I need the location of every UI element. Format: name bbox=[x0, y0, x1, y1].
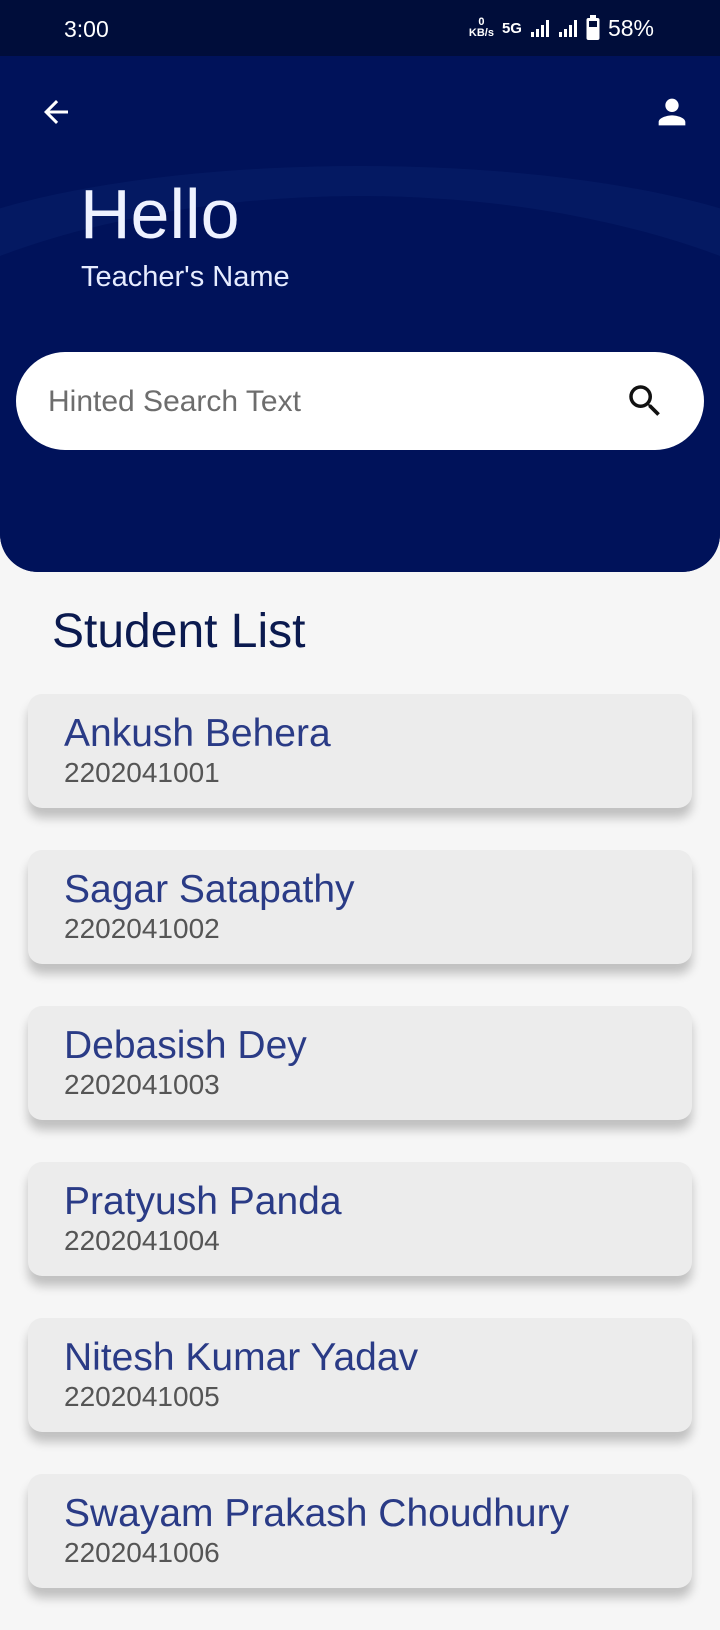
battery-icon bbox=[586, 15, 600, 40]
network-speed-unit: KB/s bbox=[468, 27, 494, 39]
signal-icon-2 bbox=[558, 20, 577, 37]
status-bar: 3:00 0 KB/s 5G 58% bbox=[0, 0, 720, 56]
student-card[interactable]: Nitesh Kumar Yadav 2202041005 bbox=[28, 1318, 692, 1432]
student-name: Sagar Satapathy bbox=[64, 868, 355, 911]
student-id: 2202041004 bbox=[64, 1225, 220, 1256]
search-bar[interactable] bbox=[16, 352, 704, 450]
student-name: Nitesh Kumar Yadav bbox=[64, 1336, 419, 1379]
student-list-title: Student List bbox=[52, 605, 306, 658]
student-id: 2202041002 bbox=[64, 913, 220, 944]
student-card[interactable]: Swayam Prakash Choudhury 2202041006 bbox=[28, 1474, 692, 1588]
network-type: 5G bbox=[501, 19, 522, 37]
student-id: 2202041003 bbox=[64, 1069, 220, 1100]
search-input[interactable] bbox=[46, 376, 610, 428]
arrow-left-icon bbox=[44, 100, 68, 124]
student-id: 2202041006 bbox=[64, 1537, 220, 1568]
student-id: 2202041005 bbox=[64, 1381, 220, 1412]
student-name: Debasish Dey bbox=[64, 1024, 307, 1067]
network-speed: 0 KB/s bbox=[469, 17, 494, 39]
profile-button[interactable] bbox=[648, 88, 696, 136]
student-name: Swayam Prakash Choudhury bbox=[64, 1492, 570, 1535]
person-icon bbox=[658, 98, 686, 126]
greeting-title: Hello bbox=[80, 175, 240, 253]
student-card[interactable]: Debasish Dey 2202041003 bbox=[28, 1006, 692, 1120]
status-time: 3:00 bbox=[64, 16, 109, 42]
battery-percent: 58% bbox=[607, 14, 654, 41]
signal-icon bbox=[530, 20, 549, 37]
back-button[interactable] bbox=[32, 88, 80, 136]
student-id: 2202041001 bbox=[64, 757, 220, 788]
status-indicators: 0 KB/s 5G 58% bbox=[469, 12, 654, 44]
student-card[interactable]: Pratyush Panda 2202041004 bbox=[28, 1162, 692, 1276]
search-icon[interactable] bbox=[624, 380, 666, 422]
student-card[interactable]: Ankush Behera 2202041001 bbox=[28, 694, 692, 808]
student-list: Ankush Behera 2202041001 Sagar Satapathy… bbox=[28, 694, 692, 1630]
student-name: Ankush Behera bbox=[64, 712, 331, 755]
header: Hello Teacher's Name bbox=[0, 56, 720, 572]
student-card[interactable]: Sagar Satapathy 2202041002 bbox=[28, 850, 692, 964]
teacher-name: Teacher's Name bbox=[81, 261, 290, 293]
student-name: Pratyush Panda bbox=[64, 1180, 342, 1223]
